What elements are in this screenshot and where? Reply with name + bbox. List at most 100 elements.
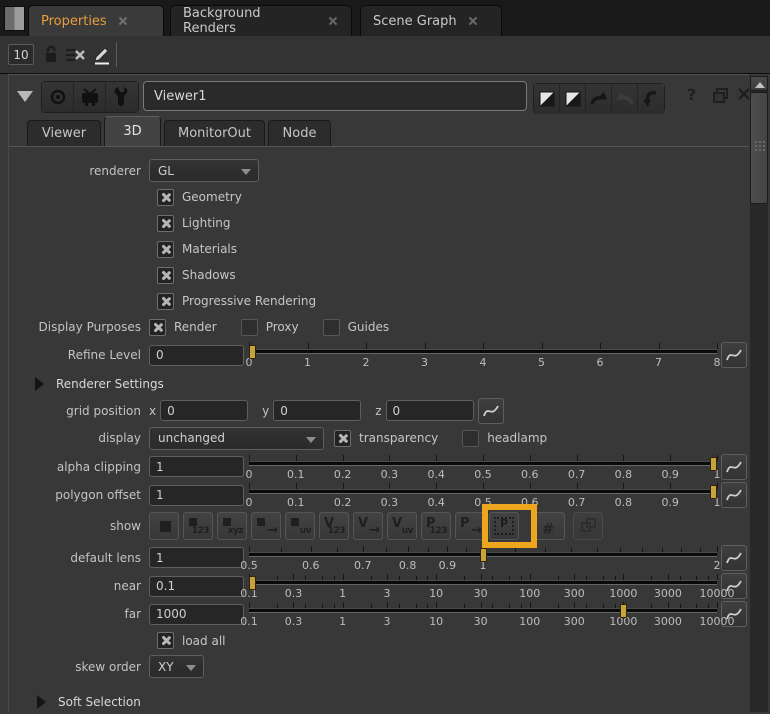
revert-icon[interactable]	[638, 84, 664, 114]
alpha-clipping-slider[interactable]: 00.10.20.30.40.50.60.70.80.91	[249, 452, 717, 482]
show-vertices-123-button[interactable]: V123	[319, 512, 349, 540]
slider-track[interactable]	[249, 349, 717, 354]
slider-tick	[425, 343, 426, 349]
workspace-tab-scene-graph[interactable]: Scene Graph	[360, 5, 502, 36]
proxy-checkbox[interactable]	[241, 319, 258, 336]
refine-level-anim-button[interactable]	[721, 342, 747, 368]
guides-checkbox[interactable]	[323, 319, 340, 336]
collapse-triangle[interactable]	[17, 91, 33, 102]
refine-level-input[interactable]	[149, 345, 244, 366]
show-points-123-button[interactable]: 123	[183, 512, 213, 540]
grid-z-input[interactable]	[386, 400, 474, 421]
slider-handle[interactable]	[480, 548, 487, 562]
render-checkbox[interactable]	[149, 319, 166, 336]
arrow-icon: →	[471, 523, 482, 538]
undo-icon[interactable]	[586, 84, 612, 114]
scrollbar-track[interactable]	[750, 76, 768, 712]
edit-icon[interactable]	[92, 45, 110, 68]
show-points-xyz-button[interactable]: xyz	[217, 512, 247, 540]
show-points-arrow-button[interactable]: →	[251, 512, 281, 540]
wrench-icon[interactable]	[106, 82, 138, 112]
near-input[interactable]	[149, 576, 244, 597]
slider-track[interactable]	[249, 461, 717, 466]
square-icon	[223, 518, 231, 526]
slider-minor-tick	[277, 576, 278, 580]
show-overlap-button[interactable]	[573, 512, 603, 540]
skew-order-dropdown[interactable]: XY	[149, 655, 204, 678]
group-collapsed-icon[interactable]	[37, 695, 46, 709]
slider-track[interactable]	[249, 489, 717, 494]
max-panels-input[interactable]	[8, 44, 34, 65]
headlamp-checkbox[interactable]	[462, 430, 479, 447]
grid-position-anim-button[interactable]	[478, 398, 504, 424]
group-collapsed-icon[interactable]	[35, 377, 44, 391]
lighting-checkbox[interactable]	[157, 215, 174, 232]
close-all-panels-icon[interactable]	[66, 48, 86, 65]
shadows-checkbox[interactable]	[157, 267, 174, 284]
show-polygons-123-button[interactable]: P123	[421, 512, 451, 540]
monitor-icon[interactable]	[74, 82, 106, 112]
slider-tick-label: 3	[421, 356, 428, 369]
slider-handle[interactable]	[249, 345, 256, 359]
slider-handle[interactable]	[710, 457, 717, 471]
polygon-offset-anim-button[interactable]	[721, 482, 747, 508]
load-all-checkbox[interactable]	[157, 632, 174, 649]
show-polygons-arrow-button[interactable]: P→	[455, 512, 485, 540]
polygon-offset-input[interactable]	[149, 485, 244, 506]
panel-tab-node[interactable]: Node	[268, 120, 331, 146]
near-slider[interactable]: 0.10.31310301003001000300010000	[249, 571, 717, 601]
show-vertices-uv-button[interactable]: Vuv	[387, 512, 417, 540]
display-dropdown[interactable]: unchanged	[149, 427, 324, 450]
help-icon[interactable]: ?	[687, 85, 696, 104]
grid-x-input[interactable]	[160, 400, 248, 421]
alpha-clipping-anim-button[interactable]	[721, 454, 747, 480]
alpha-clipping-input[interactable]	[149, 456, 244, 477]
slider-track[interactable]	[249, 580, 717, 585]
progressive-rendering-checkbox[interactable]	[157, 293, 174, 310]
slider-handle[interactable]	[710, 485, 717, 499]
default-lens-input[interactable]	[149, 547, 244, 568]
workspace-tab-background-renders[interactable]: Background Renders	[170, 5, 352, 36]
show-vertices-arrow-button[interactable]: V→	[353, 512, 383, 540]
slider-handle[interactable]	[620, 604, 627, 618]
grid-x-label: x	[149, 404, 156, 418]
default-lens-anim-button[interactable]	[721, 545, 747, 571]
slider-track[interactable]	[249, 608, 717, 613]
far-input[interactable]	[149, 604, 244, 625]
far-slider[interactable]: 0.10.31310301003001000300010000	[249, 599, 717, 629]
slider-tick	[249, 546, 250, 552]
slider-tick-label: 0.1	[287, 468, 305, 481]
row-renderer-settings[interactable]: Renderer Settings	[9, 370, 747, 397]
panel-tab-3d[interactable]: 3D	[104, 116, 161, 146]
pane-menu-icon[interactable]	[4, 6, 25, 31]
row-soft-selection[interactable]: Soft Selection	[9, 690, 747, 714]
scrollbar-thumb[interactable]	[750, 92, 768, 204]
slider-tick-label: 0.9	[661, 468, 679, 481]
show-points-button[interactable]	[149, 512, 179, 540]
swap-b-icon[interactable]	[560, 84, 586, 114]
node-name-field[interactable]	[143, 81, 527, 111]
scroll-up-button[interactable]	[750, 76, 768, 91]
tab-close-icon[interactable]	[327, 15, 339, 27]
close-icon[interactable]	[737, 87, 751, 104]
refine-level-slider[interactable]: 012345678	[249, 340, 717, 370]
panel-tab-viewer[interactable]: Viewer	[27, 120, 101, 146]
lock-icon[interactable]	[42, 44, 60, 67]
workspace-tab-properties[interactable]: Properties	[28, 5, 164, 36]
slider-handle[interactable]	[249, 576, 256, 590]
slider-minor-tick	[586, 576, 587, 580]
renderer-dropdown[interactable]: GL	[149, 159, 259, 182]
grid-y-input[interactable]	[273, 400, 361, 421]
tab-close-icon[interactable]	[467, 15, 479, 27]
panel-tab-monitorout[interactable]: MonitorOut	[164, 120, 265, 146]
show-wireframe-button[interactable]: #	[535, 512, 565, 540]
float-icon[interactable]	[713, 88, 729, 106]
materials-checkbox[interactable]	[157, 241, 174, 258]
center-viewer-icon[interactable]	[42, 82, 74, 112]
transparency-checkbox[interactable]	[334, 430, 351, 447]
show-points-uv-button[interactable]: uv	[285, 512, 315, 540]
tab-close-icon[interactable]	[117, 15, 129, 27]
slider-tick	[717, 602, 718, 608]
geometry-checkbox[interactable]	[157, 189, 174, 206]
swap-a-icon[interactable]	[534, 84, 560, 114]
